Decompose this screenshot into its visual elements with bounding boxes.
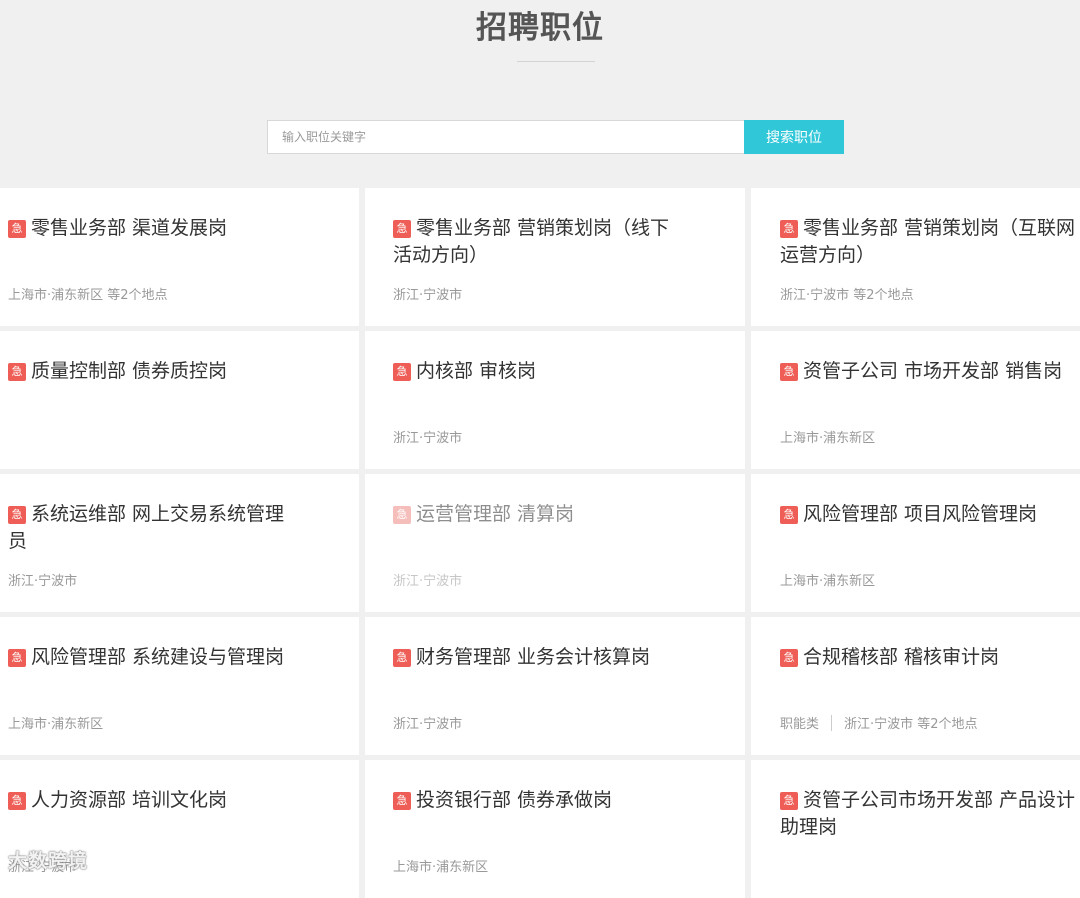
job-card[interactable]: 急投资银行部 债券承做岗上海市·浦东新区 — [365, 760, 745, 898]
urgent-badge: 急 — [780, 506, 798, 524]
job-location: 上海市·浦东新区 等2个地点 — [8, 288, 168, 303]
job-location: 浙江·宁波市 等2个地点 — [844, 717, 978, 732]
job-title-text: 零售业务部 营销策划岗（互联网运营方向） — [780, 217, 1076, 266]
search-input[interactable] — [267, 120, 744, 154]
urgent-badge: 急 — [8, 220, 26, 238]
job-title-text: 合规稽核部 稽核审计岗 — [803, 646, 1000, 668]
job-meta: 上海市·浦东新区 — [780, 427, 875, 446]
job-title-text: 运营管理部 清算岗 — [416, 503, 575, 525]
job-title[interactable]: 急资管子公司市场开发部 产品设计助理岗 — [780, 787, 1076, 841]
urgent-badge: 急 — [780, 792, 798, 810]
page-title: 招聘职位 — [476, 10, 604, 46]
urgent-badge: 急 — [393, 506, 411, 524]
urgent-badge: 急 — [780, 363, 798, 381]
job-title-text: 投资银行部 债券承做岗 — [416, 789, 613, 811]
job-meta: 职能类 浙江·宁波市 等2个地点 — [780, 713, 978, 732]
job-card[interactable]: 急资管子公司市场开发部 产品设计助理岗 — [751, 760, 1080, 898]
job-title-text: 资管子公司 市场开发部 销售岗 — [803, 360, 1063, 382]
job-meta: 浙江·宁波市 等2个地点 — [780, 284, 914, 303]
job-title-text: 风险管理部 系统建设与管理岗 — [31, 646, 285, 668]
urgent-badge: 急 — [393, 792, 411, 810]
job-title-text: 零售业务部 渠道发展岗 — [31, 217, 228, 239]
job-title-text: 财务管理部 业务会计核算岗 — [416, 646, 651, 668]
job-card[interactable]: 急零售业务部 营销策划岗（线下活动方向） 浙江·宁波市 — [365, 188, 745, 326]
urgent-badge: 急 — [8, 506, 26, 524]
job-title[interactable]: 急投资银行部 债券承做岗 — [393, 787, 679, 814]
job-meta: 上海市·浦东新区 等2个地点 — [8, 284, 168, 303]
job-card[interactable]: 急资管子公司 市场开发部 销售岗上海市·浦东新区 — [751, 331, 1080, 469]
job-location: 浙江·宁波市 — [8, 574, 78, 589]
urgent-badge: 急 — [393, 649, 411, 667]
urgent-badge: 急 — [780, 220, 798, 238]
urgent-badge: 急 — [8, 649, 26, 667]
job-card[interactable]: 急零售业务部 营销策划岗（互联网运营方向） 浙江·宁波市 等2个地点 — [751, 188, 1080, 326]
title-divider — [517, 61, 595, 62]
job-card[interactable]: 急运营管理部 清算岗浙江·宁波市 — [365, 474, 745, 612]
job-title-text: 人力资源部 培训文化岗 — [31, 789, 228, 811]
job-meta: 上海市·浦东新区 — [8, 713, 103, 732]
meta-divider — [831, 715, 833, 731]
job-title[interactable]: 急系统运维部 网上交易系统管理员 — [8, 501, 301, 555]
job-title-text: 零售业务部 营销策划岗（线下活动方向） — [393, 217, 670, 266]
job-card[interactable]: 急质量控制部 债券质控岗 — [0, 331, 359, 469]
urgent-badge: 急 — [393, 220, 411, 238]
job-location: 浙江·宁波市 — [393, 288, 463, 303]
job-meta: 上海市·浦东新区 — [780, 570, 875, 589]
job-category: 职能类 — [780, 717, 820, 732]
job-title-text: 内核部 审核岗 — [416, 360, 537, 382]
job-location: 上海市·浦东新区 — [780, 431, 876, 446]
search-bar: 搜索职位 — [267, 120, 844, 154]
job-title-text: 系统运维部 网上交易系统管理员 — [8, 503, 285, 552]
job-meta: 浙江·宁波市 — [393, 713, 462, 732]
job-list: 急零售业务部 渠道发展岗 上海市·浦东新区 等2个地点急零售业务部 营销策划岗（线… — [0, 188, 1080, 898]
job-title[interactable]: 急财务管理部 业务会计核算岗 — [393, 644, 679, 671]
job-title[interactable]: 急合规稽核部 稽核审计岗 — [780, 644, 1076, 671]
job-title-text: 风险管理部 项目风险管理岗 — [803, 503, 1038, 525]
job-location: 浙江·宁波市 — [393, 431, 463, 446]
urgent-badge: 急 — [780, 649, 798, 667]
job-title[interactable]: 急资管子公司 市场开发部 销售岗 — [780, 358, 1076, 385]
job-location: 上海市·浦东新区 — [780, 574, 876, 589]
job-title[interactable]: 急风险管理部 系统建设与管理岗 — [8, 644, 301, 671]
job-card[interactable]: 急系统运维部 网上交易系统管理员浙江·宁波市 — [0, 474, 359, 612]
job-title-text: 资管子公司市场开发部 产品设计助理岗 — [780, 789, 1076, 838]
job-meta: 浙江·宁波市 — [393, 570, 462, 589]
watermark-logo: 大数跨境 — [8, 850, 89, 872]
job-title[interactable]: 急零售业务部 营销策划岗（互联网运营方向） — [780, 215, 1076, 269]
job-card[interactable]: 急零售业务部 渠道发展岗上海市·浦东新区 等2个地点 — [0, 188, 359, 326]
job-title[interactable]: 急人力资源部 培训文化岗 — [8, 787, 301, 814]
urgent-badge: 急 — [8, 363, 26, 381]
job-title[interactable]: 急质量控制部 债券质控岗 — [8, 358, 301, 385]
job-location: 上海市·浦东新区 — [8, 717, 104, 732]
job-card[interactable]: 急风险管理部 系统建设与管理岗上海市·浦东新区 — [0, 617, 359, 755]
job-location: 上海市·浦东新区 — [393, 860, 489, 875]
job-location: 浙江·宁波市 等2个地点 — [780, 288, 914, 303]
job-card[interactable]: 急风险管理部 项目风险管理岗上海市·浦东新区 — [751, 474, 1080, 612]
job-location: 浙江·宁波市 — [393, 717, 463, 732]
job-title[interactable]: 急运营管理部 清算岗 — [393, 501, 679, 528]
job-title[interactable]: 急零售业务部 渠道发展岗 — [8, 215, 301, 242]
job-card[interactable]: 急人力资源部 培训文化岗 浙江·宁波市 — [0, 760, 359, 898]
urgent-badge: 急 — [393, 363, 411, 381]
job-card[interactable]: 急内核部 审核岗浙江·宁波市 — [365, 331, 745, 469]
job-card[interactable]: 急财务管理部 业务会计核算岗浙江·宁波市 — [365, 617, 745, 755]
job-title[interactable]: 急内核部 审核岗 — [393, 358, 679, 385]
job-title-text: 质量控制部 债券质控岗 — [31, 360, 228, 382]
job-meta: 浙江·宁波市 — [393, 284, 462, 303]
job-meta: 浙江·宁波市 — [393, 427, 462, 446]
urgent-badge: 急 — [8, 792, 26, 810]
search-button[interactable]: 搜索职位 — [744, 120, 844, 154]
job-title[interactable]: 急零售业务部 营销策划岗（线下活动方向） — [393, 215, 679, 269]
job-title[interactable]: 急风险管理部 项目风险管理岗 — [780, 501, 1076, 528]
job-card[interactable]: 急合规稽核部 稽核审计岗职能类 浙江·宁波市 等2个地点 — [751, 617, 1080, 755]
job-location: 浙江·宁波市 — [393, 574, 463, 589]
job-meta: 上海市·浦东新区 — [393, 856, 488, 875]
job-meta: 浙江·宁波市 — [8, 570, 77, 589]
